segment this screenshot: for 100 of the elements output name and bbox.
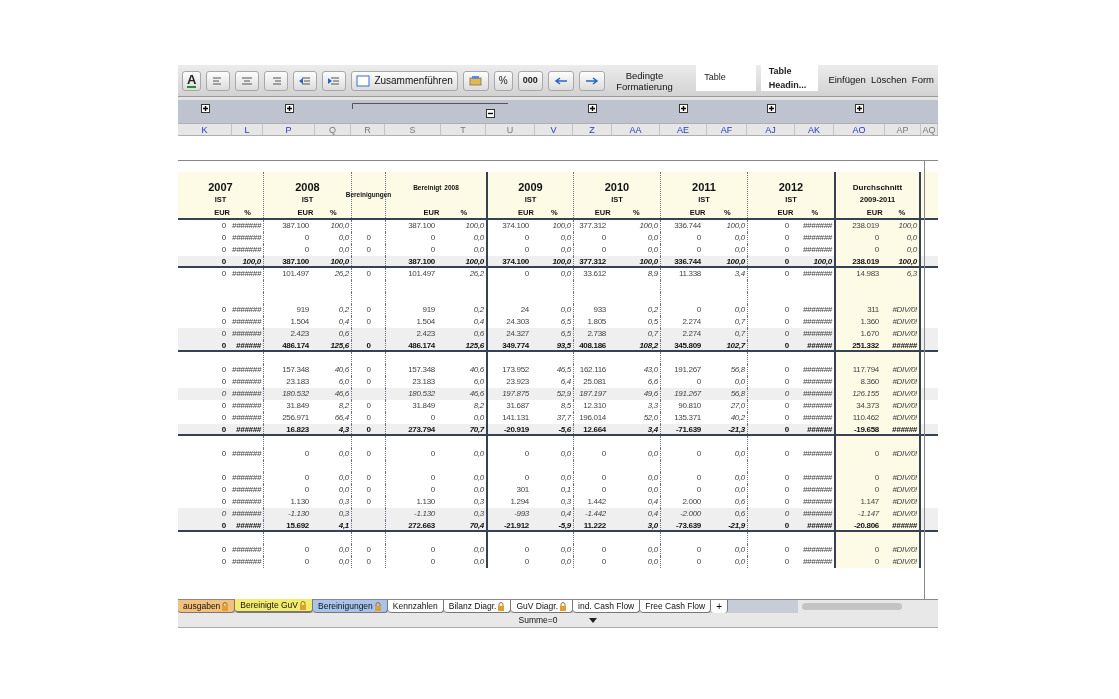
table-cell: 0,3 xyxy=(473,497,484,506)
table-cell: 0,0 xyxy=(560,557,571,566)
align-right-button[interactable] xyxy=(264,70,289,91)
table-cell: 0 xyxy=(366,401,371,410)
cell-style-swatch[interactable]: Table xyxy=(696,65,756,91)
sheet-tab[interactable]: ausgaben xyxy=(178,600,236,613)
column-header[interactable]: R xyxy=(351,124,385,135)
column-header[interactable]: T xyxy=(441,124,486,135)
conditional-formatting-button[interactable]: Bedingte Formatierung xyxy=(609,69,680,92)
column-header[interactable]: V xyxy=(535,124,573,135)
column-header[interactable]: AP xyxy=(885,124,921,135)
column-year: 2008 xyxy=(295,181,320,194)
align-left-button[interactable] xyxy=(206,70,231,91)
sheet-tab[interactable]: Free Cash Flow xyxy=(640,600,712,613)
table-cell: 0 xyxy=(524,473,529,482)
expand-icon[interactable] xyxy=(200,104,210,113)
cell-style-swatch[interactable]: Table Headin... xyxy=(760,65,819,91)
table-cell: 0 xyxy=(221,329,226,338)
table-cell: -1.147 xyxy=(858,509,879,518)
sheet-tab[interactable]: Kennzahlen xyxy=(387,600,444,613)
toolbar-action[interactable]: Löschen xyxy=(870,73,907,88)
expand-icon[interactable] xyxy=(588,104,597,113)
table-cell: 1.504 xyxy=(290,317,309,326)
table-cell: 0 xyxy=(221,245,226,254)
column-header[interactable]: AJ xyxy=(747,124,795,135)
table-cell: 0 xyxy=(221,497,226,506)
sheet-tab[interactable]: Bilanz Diagr. xyxy=(443,600,512,613)
table-cell: 0 xyxy=(304,557,309,566)
table-cell: 0 xyxy=(366,317,371,326)
add-sheet-button[interactable]: + xyxy=(711,600,729,613)
expand-icon[interactable] xyxy=(766,104,776,113)
table-cell: 8,9 xyxy=(647,269,658,278)
table-cell: 0 xyxy=(304,473,309,482)
table-cell: #DIV/0! xyxy=(892,545,917,554)
table-cell: ####### xyxy=(802,545,832,554)
table-cell: 1.504 xyxy=(416,317,435,326)
outdent-button[interactable] xyxy=(293,70,318,91)
format-button[interactable] xyxy=(462,70,489,91)
column-header[interactable]: AF xyxy=(707,124,747,135)
group-bracket-icon xyxy=(352,103,508,109)
sheet-tab[interactable]: GuV Diagr. xyxy=(511,600,574,613)
table-cell: 100,0 xyxy=(726,221,745,230)
align-center-icon xyxy=(240,74,255,87)
column-header[interactable]: AQ xyxy=(921,124,938,135)
table-cell: 56,8 xyxy=(730,365,745,374)
expand-icon[interactable] xyxy=(284,104,294,113)
table-cell: 0 xyxy=(696,545,701,554)
table-cell: 0 xyxy=(304,545,309,554)
collapse-icon[interactable] xyxy=(486,109,495,118)
table-cell: 93,5 xyxy=(556,341,571,350)
column-header[interactable]: P xyxy=(263,124,315,135)
table-cell: 23.183 xyxy=(286,377,309,386)
table-cell: 0 xyxy=(524,269,529,278)
toolbar-action[interactable]: Einfügen xyxy=(828,73,866,88)
thousands-button[interactable]: 000 xyxy=(517,70,543,91)
table-cell: 919 xyxy=(422,305,435,314)
expand-icon[interactable] xyxy=(855,104,864,113)
table-cell: ####### xyxy=(232,245,262,254)
table-cell: 2.738 xyxy=(587,329,606,338)
column-header[interactable]: S xyxy=(385,124,441,135)
table-cell: 0,0 xyxy=(473,449,484,458)
dropdown-caret-icon[interactable] xyxy=(589,617,598,623)
table-cell: 0 xyxy=(221,413,226,422)
sheet-tab[interactable]: Bereinigungen xyxy=(313,600,388,613)
table-cell: 0 xyxy=(221,233,226,242)
table-cell: 0 xyxy=(366,485,371,494)
decrease-decimals-button[interactable] xyxy=(578,70,605,91)
percent-button[interactable]: % xyxy=(493,70,513,91)
column-header[interactable]: AK xyxy=(795,124,834,135)
column-header[interactable]: AE xyxy=(660,124,707,135)
table-cell: 0 xyxy=(221,449,226,458)
font-color-button[interactable]: A xyxy=(182,70,202,91)
table-cell: 0,0 xyxy=(473,545,484,554)
table-cell: 251.332 xyxy=(852,341,879,350)
table-cell: 101.497 xyxy=(408,269,435,278)
column-header[interactable]: AA xyxy=(612,124,660,135)
indent-button[interactable] xyxy=(322,70,347,91)
column-header[interactable]: L xyxy=(232,124,263,135)
table-cell: 0,0 xyxy=(338,557,349,566)
column-header[interactable]: Z xyxy=(573,124,612,135)
column-header[interactable]: AO xyxy=(834,124,885,135)
table-cell: ####### xyxy=(802,269,832,278)
column-header[interactable]: U xyxy=(486,124,535,135)
merge-button[interactable]: Zusammenführen xyxy=(351,70,458,91)
align-center-button[interactable] xyxy=(235,70,260,91)
toolbar-action[interactable]: Form xyxy=(911,73,934,88)
expand-icon[interactable] xyxy=(679,104,688,113)
table-cell: ####### xyxy=(802,401,832,410)
table-cell: 0 xyxy=(430,485,435,494)
table-cell: 1.360 xyxy=(860,317,879,326)
column-header[interactable]: Q xyxy=(315,124,351,135)
table-cell: 100,0 xyxy=(465,257,484,266)
table-cell: 6,0 xyxy=(473,377,484,386)
sheet-tab[interactable]: ind. Cash Flow xyxy=(573,600,641,613)
column-header[interactable]: K xyxy=(178,124,232,135)
horizontal-scrollbar[interactable] xyxy=(798,600,938,613)
increase-decimals-button[interactable] xyxy=(547,70,574,91)
table-cell: ###### xyxy=(892,425,917,434)
table-cell: 0,0 xyxy=(338,233,349,242)
sheet-tab[interactable]: Bereinigte GuV xyxy=(235,599,313,613)
